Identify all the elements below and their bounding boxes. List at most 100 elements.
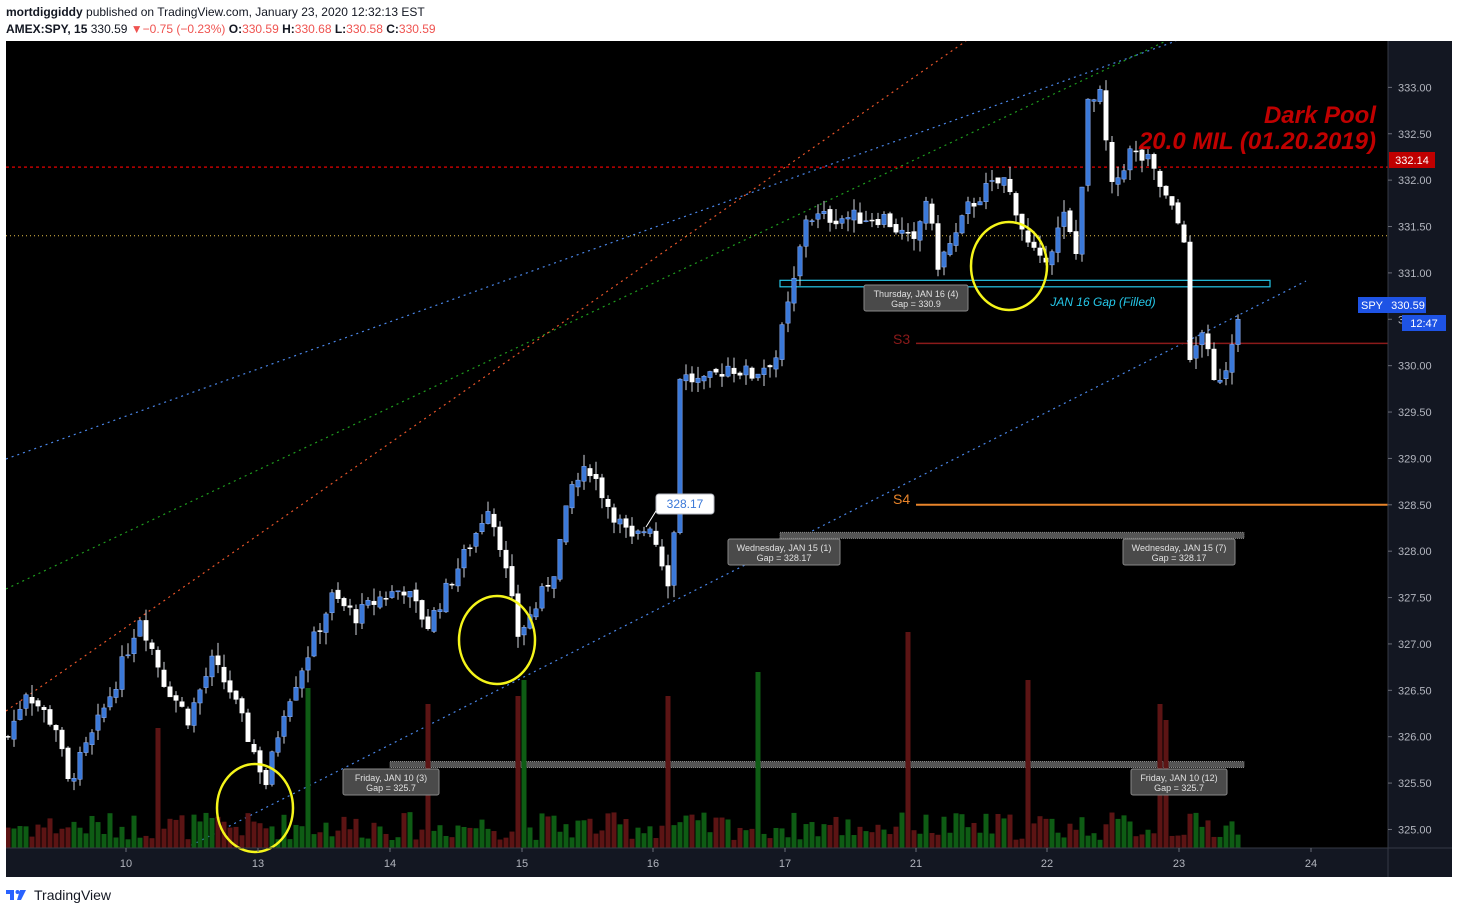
candle [221, 666, 227, 683]
volume-bar [941, 816, 947, 848]
volume-bar [443, 835, 449, 848]
volume-bar [983, 813, 989, 848]
volume-bar [935, 834, 941, 848]
volume-bar [1169, 835, 1175, 848]
candle [767, 365, 773, 368]
volume-bar [101, 833, 107, 848]
volume-bar [737, 827, 743, 848]
candle [899, 229, 905, 234]
volume-bar [665, 696, 671, 848]
candle [1025, 230, 1031, 243]
darkpool-price-label: 332.14 [1389, 152, 1435, 168]
candle [407, 591, 413, 598]
volume-bar [1133, 836, 1139, 848]
volume-bar [827, 824, 833, 848]
volume-bar [1019, 838, 1025, 848]
volume-bar [77, 827, 83, 848]
y-tick-label: 328.00 [1398, 546, 1432, 558]
volume-bar [317, 832, 323, 848]
volume-bar [1217, 836, 1223, 848]
volume-bar [551, 815, 557, 848]
volume-bar [1211, 836, 1217, 848]
volume-bar [1103, 824, 1109, 848]
candle [89, 732, 95, 745]
candle [161, 669, 167, 687]
candle [497, 526, 503, 551]
candle [185, 708, 191, 726]
candle [77, 752, 83, 780]
volume-bar [167, 818, 173, 848]
volume-bar [305, 688, 311, 848]
volume-bar [683, 815, 689, 848]
price-chart[interactable]: Dark Pool 20.0 MIL (01.20.2019) JAN 16 G… [6, 41, 1452, 877]
candle [575, 479, 581, 488]
volume-bar [749, 828, 755, 848]
candle [1073, 231, 1079, 254]
volume-bar [1229, 821, 1235, 848]
volume-bar [1097, 839, 1103, 848]
volume-bar [899, 812, 905, 848]
candle [815, 213, 821, 220]
volume-bar [605, 813, 611, 848]
x-tick-label: 14 [384, 858, 396, 870]
candle [383, 598, 389, 600]
volume-bar [83, 833, 89, 848]
volume-bar [1199, 826, 1205, 848]
volume-bar [1181, 834, 1187, 848]
candle [647, 528, 653, 534]
volume-bar [173, 819, 179, 848]
volume-bar [629, 838, 635, 848]
candle [881, 214, 887, 225]
candle [41, 707, 47, 710]
volume-bar [833, 816, 839, 848]
y-tick-label: 328.50 [1398, 500, 1432, 512]
candle [143, 620, 149, 641]
volume-bar [341, 816, 347, 848]
volume-bar [479, 819, 485, 848]
volume-bar [995, 814, 1001, 848]
volume-bar [335, 830, 341, 848]
candle [431, 610, 437, 632]
gap-filled-label: JAN 16 Gap (Filled) [1049, 295, 1155, 309]
volume-bar [1145, 829, 1151, 848]
candle [1133, 150, 1139, 153]
candle [1205, 333, 1211, 350]
volume-bar [269, 826, 275, 848]
volume-bar [263, 828, 269, 848]
y-tick-label: 325.50 [1398, 778, 1432, 790]
volume-bar [971, 822, 977, 848]
volume-bar [6, 827, 11, 848]
candle [215, 655, 221, 666]
candle [311, 631, 317, 657]
candle [1121, 170, 1127, 180]
volume-bar [539, 813, 545, 848]
volume-bar [527, 827, 533, 848]
candle [1145, 154, 1151, 160]
candle [779, 324, 785, 360]
candle [773, 357, 779, 370]
volume-bar [953, 813, 959, 848]
volume-bar [497, 839, 503, 848]
candle [1007, 178, 1013, 193]
y-tick-label: 329.00 [1398, 453, 1432, 465]
volume-bar [587, 818, 593, 848]
candle [959, 215, 965, 234]
volume-bar [1193, 812, 1199, 848]
candle [1055, 227, 1061, 253]
volume-bar [47, 818, 53, 848]
candle [203, 676, 209, 688]
candle [941, 251, 947, 268]
volume-bar [161, 828, 167, 848]
volume-bar [1175, 835, 1181, 848]
candle [995, 177, 1001, 184]
candle [1175, 202, 1181, 224]
volume-bar [245, 813, 251, 848]
volume-bar [491, 831, 497, 848]
candle [227, 680, 233, 693]
candle [821, 211, 827, 214]
last-price-symbol: SPY [1361, 300, 1384, 312]
gap-annotation-value: Gap = 328.17 [757, 553, 812, 563]
candle [173, 695, 179, 701]
change-arrow-icon: ▼ [130, 22, 143, 36]
candle [323, 613, 329, 633]
